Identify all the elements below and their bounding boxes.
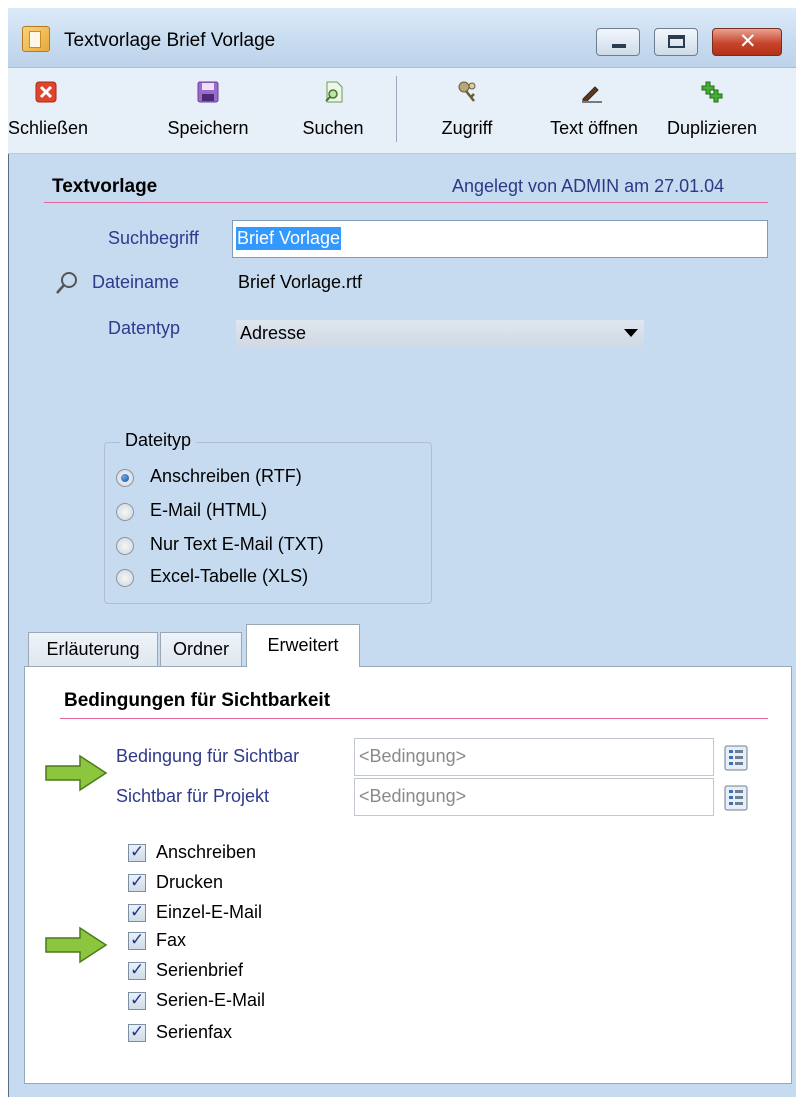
search-button-label: Suchen <box>302 118 364 138</box>
condition-placeholder: <Bedingung> <box>359 786 467 806</box>
condition-project-label: Sichtbar für Projekt <box>116 786 270 806</box>
close-icon: ✕ <box>739 29 757 53</box>
open-text-button-label: Text öffnen <box>550 118 638 138</box>
condition-visible-label: Bedingung für Sichtbar <box>116 746 300 766</box>
radio-button[interactable] <box>116 537 134 555</box>
maximize-icon <box>668 35 685 48</box>
toolbar-separator <box>396 76 397 142</box>
datentyp-label: Datentyp <box>108 318 181 338</box>
radio-label: Nur Text E-Mail (TXT) <box>150 534 324 554</box>
save-button[interactable]: Speichern <box>154 68 262 154</box>
checkbox-checked[interactable] <box>128 960 146 980</box>
keys-icon <box>458 81 476 102</box>
save-disk-icon <box>197 81 219 103</box>
visibility-section-title: Bedingungen für Sichtbarkeit <box>64 690 331 711</box>
checkbox-label: Einzel-E-Mail <box>156 902 263 922</box>
suchbegriff-input[interactable]: Brief Vorlage <box>232 220 768 258</box>
dateiname-label: Dateiname <box>92 272 180 292</box>
suchbegriff-label: Suchbegriff <box>108 228 199 248</box>
save-button-label: Speichern <box>167 118 249 138</box>
section-divider <box>60 718 768 719</box>
search-document-icon <box>325 81 343 103</box>
radio-button-selected[interactable] <box>116 469 134 487</box>
section-title: Textvorlage <box>52 176 158 197</box>
checkbox-checked[interactable] <box>128 842 146 862</box>
datentyp-dropdown[interactable]: Adresse <box>236 320 644 348</box>
window-title: Textvorlage Brief Vorlage <box>64 30 276 51</box>
checkbox-checked[interactable] <box>128 872 146 892</box>
section-divider <box>44 202 768 203</box>
radio-button[interactable] <box>116 503 134 521</box>
checkbox-label: Serien-E-Mail <box>156 990 266 1010</box>
minimize-button[interactable] <box>596 28 640 56</box>
checkbox-label: Fax <box>156 930 187 950</box>
toolbar: Schließen Speichern Suchen Zugriff Text … <box>8 68 796 154</box>
datentyp-value: Adresse <box>240 323 307 343</box>
checkbox-label: Anschreiben <box>156 842 257 862</box>
checkbox-checked[interactable] <box>128 1022 146 1042</box>
document-pen-icon <box>22 26 50 52</box>
duplicate-button-label: Duplizieren <box>666 118 758 138</box>
access-button[interactable]: Zugriff <box>424 68 510 154</box>
checkbox-label: Serienfax <box>156 1022 233 1042</box>
list-edit-icon[interactable] <box>722 744 750 772</box>
duplicate-plus-icon <box>701 81 723 103</box>
edit-pen-icon <box>582 86 602 103</box>
dateiname-value: Brief Vorlage.rtf <box>238 272 363 292</box>
access-button-label: Zugriff <box>441 118 493 138</box>
tab-ordner[interactable]: Ordner <box>160 632 242 666</box>
suchbegriff-value: Brief Vorlage <box>236 227 342 250</box>
close-red-x-icon <box>35 81 57 103</box>
duplicate-button[interactable]: Duplizieren <box>654 68 770 154</box>
created-info: Angelegt von ADMIN am 27.01.04 <box>452 176 725 196</box>
green-arrow-icon <box>45 926 108 964</box>
chevron-down-icon <box>624 329 638 337</box>
radio-label: Excel-Tabelle (XLS) <box>150 566 309 586</box>
radio-label: E-Mail (HTML) <box>150 500 267 520</box>
green-arrow-icon <box>45 754 108 792</box>
dateityp-legend: Dateityp <box>120 430 197 451</box>
close-button-label: Schließen <box>8 118 89 138</box>
checkbox-checked[interactable] <box>128 902 146 922</box>
checkbox-label: Drucken <box>156 872 224 892</box>
close-window-button[interactable]: ✕ <box>712 28 782 56</box>
maximize-button[interactable] <box>654 28 698 56</box>
radio-label: Anschreiben (RTF) <box>150 466 302 486</box>
close-button[interactable]: Schließen <box>8 68 88 154</box>
radio-button[interactable] <box>116 569 134 587</box>
minimize-icon <box>612 44 626 48</box>
magnifier-icon[interactable] <box>54 270 80 296</box>
checkbox-checked[interactable] <box>128 930 146 950</box>
tab-erlaeuterung[interactable]: Erläuterung <box>28 632 158 666</box>
checkbox-label: Serienbrief <box>156 960 244 980</box>
search-button[interactable]: Suchen <box>288 68 378 154</box>
condition-placeholder: <Bedingung> <box>359 746 467 766</box>
tab-erweitert[interactable]: Erweitert <box>246 624 360 667</box>
list-edit-icon[interactable] <box>722 784 750 812</box>
condition-project-field[interactable]: <Bedingung> <box>354 778 714 816</box>
condition-visible-field[interactable]: <Bedingung> <box>354 738 714 776</box>
open-text-button[interactable]: Text öffnen <box>532 68 656 154</box>
checkbox-checked[interactable] <box>128 990 146 1010</box>
